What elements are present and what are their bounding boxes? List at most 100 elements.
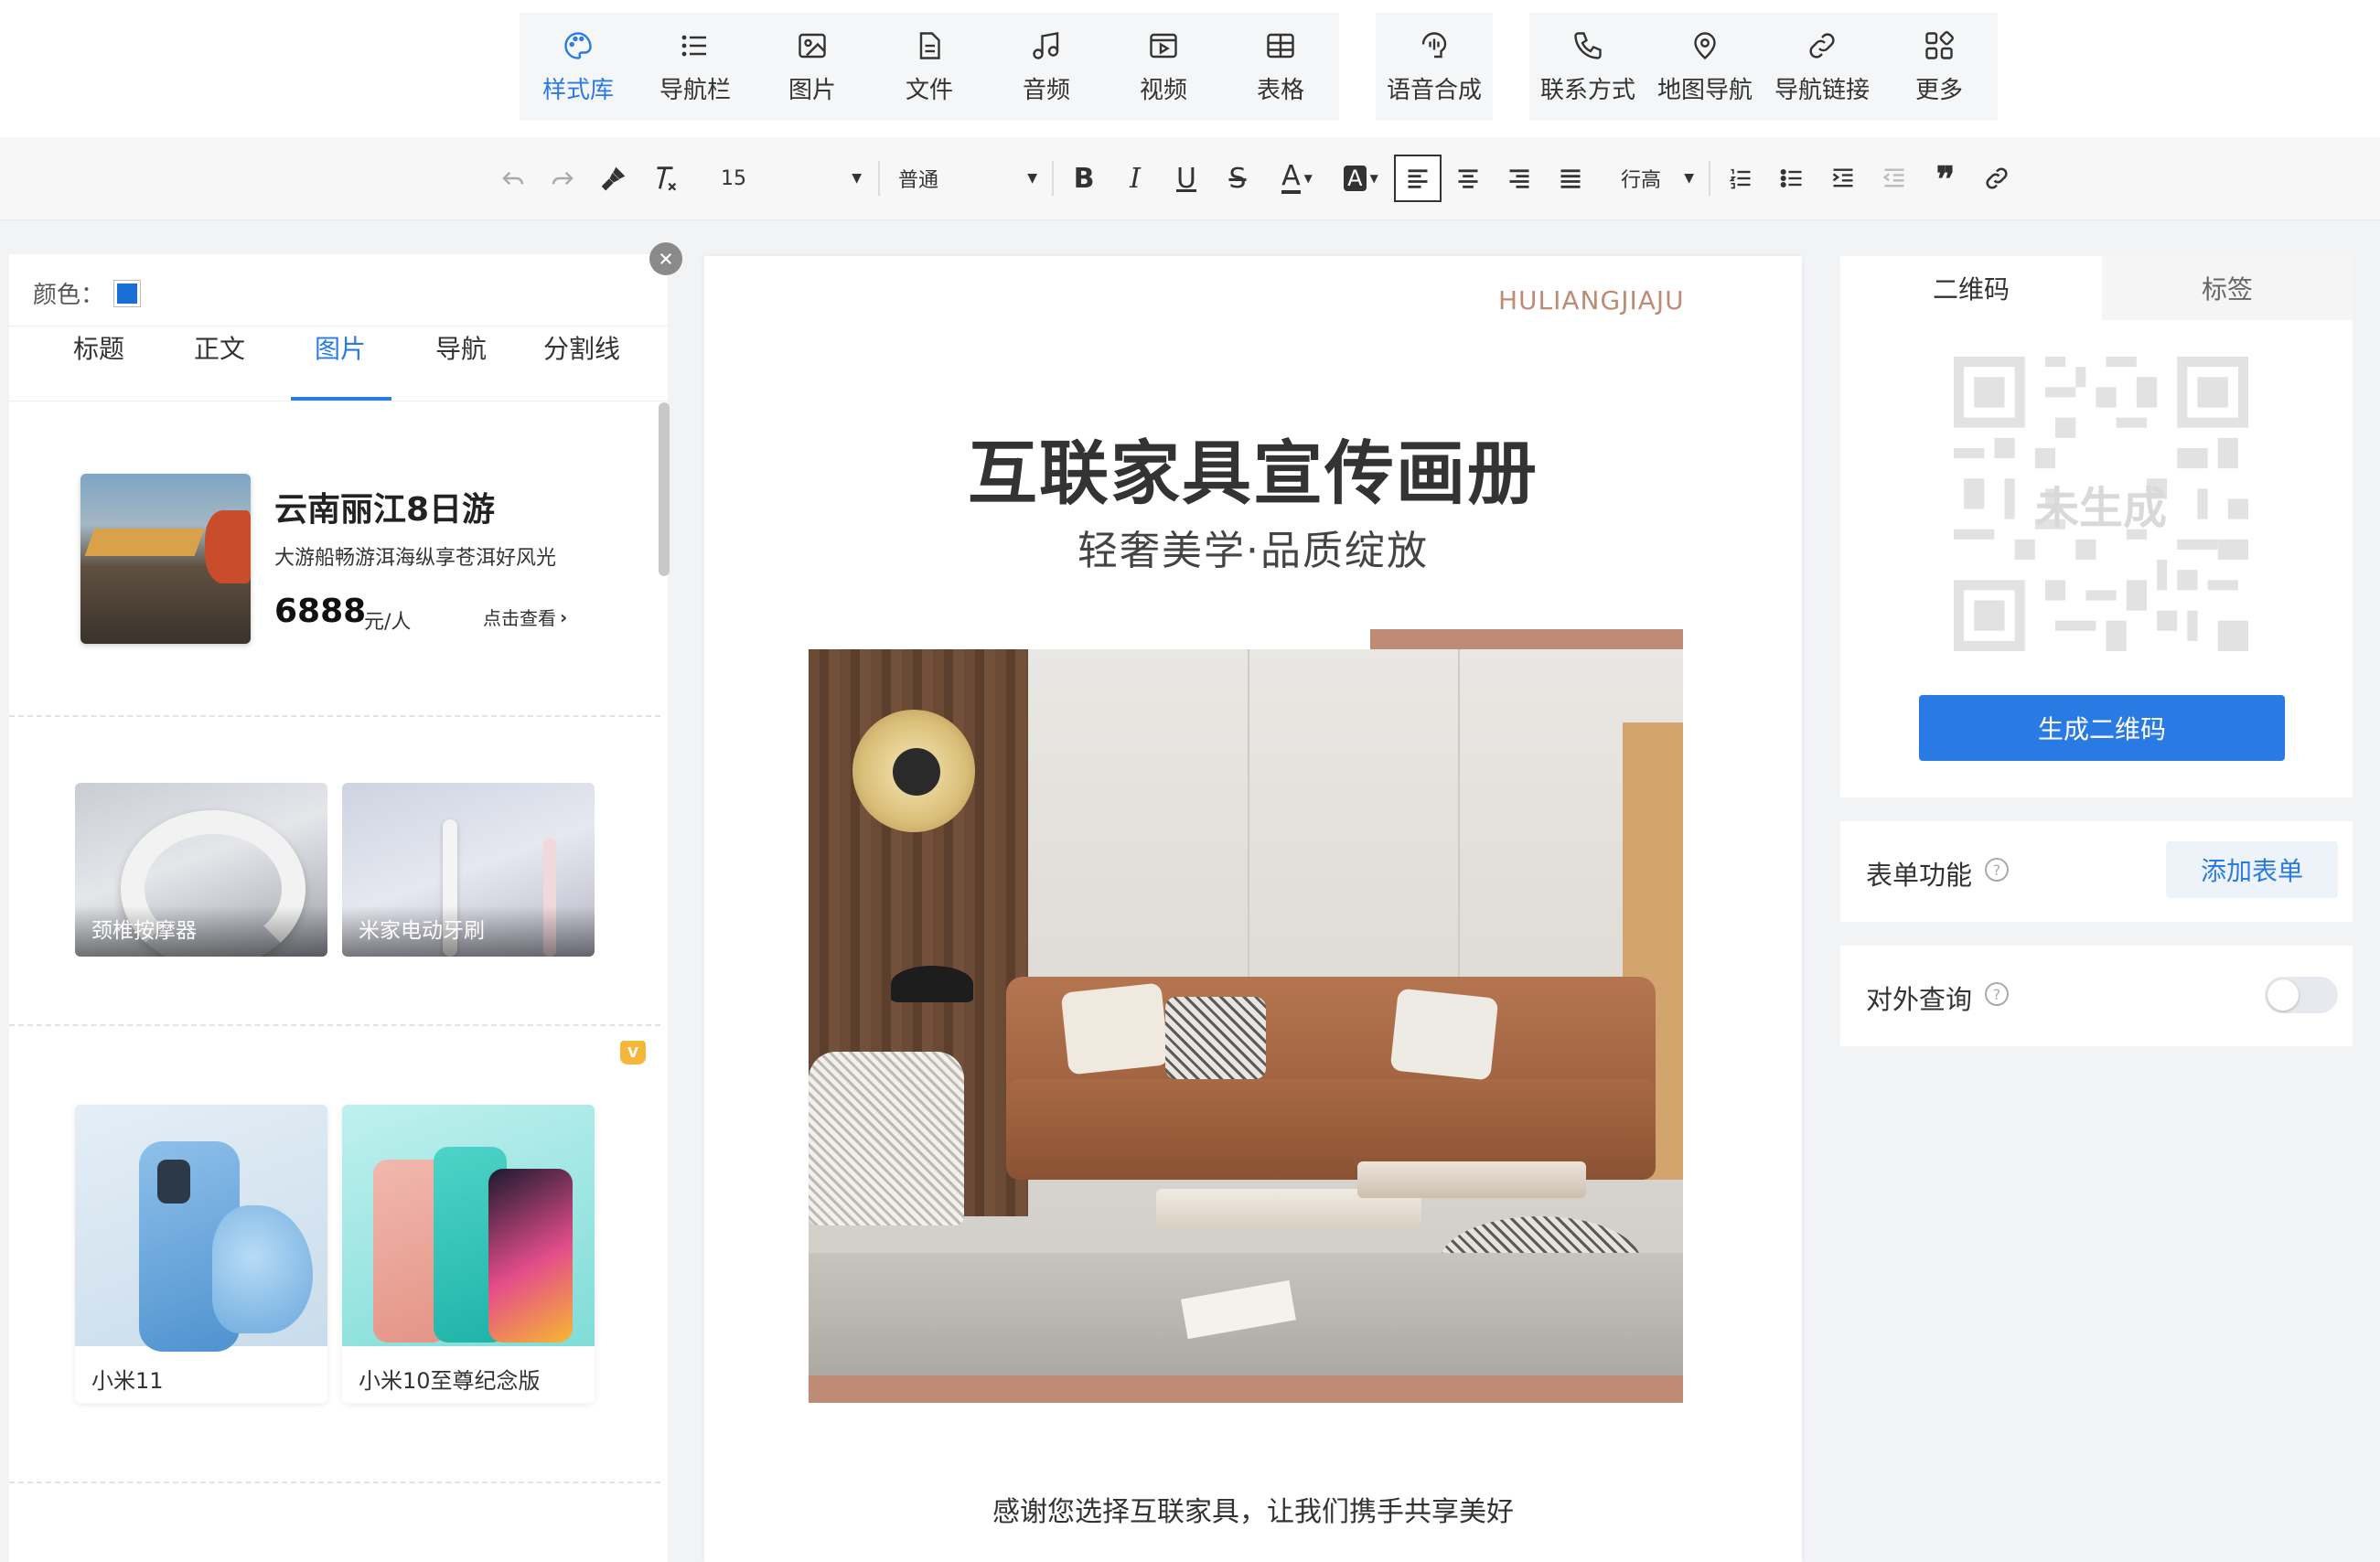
align-center-button[interactable] [1447,157,1489,199]
ordered-list-button[interactable] [1720,157,1762,199]
line-height-select[interactable]: 行高 ▼ [1621,157,1694,199]
toolbar-group-media: 样式库 导航栏 图片 文件 音频 视频 表格 [520,13,1339,121]
font-color-button[interactable]: A ▼ [1270,157,1324,199]
card-subtitle: 大游船畅游洱海纵享苍洱好风光 [274,547,557,570]
product-tile-toothbrush[interactable]: 米家电动牙刷 [342,783,595,957]
tab-divider[interactable]: 分割线 [543,329,620,366]
toolbar-item-table[interactable]: 表格 [1222,13,1339,121]
color-swatch[interactable] [113,280,141,307]
toolbar-item-style-library[interactable]: 样式库 [520,13,637,121]
link-icon [1986,167,2008,189]
toolbar-item-label: 视频 [1139,77,1187,104]
italic-icon: I [1130,162,1141,195]
help-icon[interactable]: ? [1985,858,2009,882]
toolbar-item-audio[interactable]: 音频 [988,13,1105,121]
query-label: 对外查询 [1866,984,1973,1015]
tab-image[interactable]: 图片 [315,329,366,366]
card-price-unit: 元/人 [364,611,412,634]
toolbar-group-links: 联系方式 地图导航 导航链接 更多 [1529,13,1998,121]
italic-button[interactable]: I [1114,157,1156,199]
toolbar-item-more[interactable]: 更多 [1881,13,1998,121]
toolbar-item-map[interactable]: 地图导航 [1646,13,1764,121]
video-icon [1150,33,1177,59]
left-panel-scrollbar[interactable] [659,402,670,576]
tab-qrcode[interactable]: 二维码 [1840,256,2102,320]
format-painter-button[interactable] [593,157,635,199]
toolbar-item-label: 导航栏 [659,77,731,104]
hero-photo[interactable] [809,649,1683,1392]
close-panel-button[interactable] [649,242,682,275]
paragraph-select[interactable]: 普通 ▼ [898,157,1041,199]
divider [9,1482,660,1483]
align-left-button[interactable] [1394,155,1442,202]
tab-navigation[interactable]: 导航 [435,329,487,366]
quote-button[interactable]: ❞ [1924,157,1967,199]
clear-format-button[interactable] [644,157,686,199]
add-form-button[interactable]: 添加表单 [2166,841,2338,898]
toolbar-item-tts[interactable]: 语音合成 [1376,13,1493,121]
tab-title[interactable]: 标题 [73,329,124,366]
align-center-icon [1458,169,1478,188]
strikethrough-button[interactable]: S [1217,157,1259,199]
toolbar-item-label: 音频 [1022,77,1070,104]
toolbar-item-file[interactable]: 文件 [871,13,988,121]
bold-button[interactable]: B [1063,157,1105,199]
outdent-icon [1882,168,1904,187]
help-icon[interactable]: ? [1985,982,2009,1006]
toolbar-item-navbar[interactable]: 导航栏 [637,13,754,121]
undo-button[interactable] [492,157,534,199]
color-swatch-fill [117,284,137,304]
product-card-label: 小米10至尊纪念版 [359,1368,541,1394]
palette-icon [564,32,592,59]
card-view-link[interactable]: 点击查看 › [483,604,567,630]
toolbar-group-voice: 语音合成 [1376,13,1493,121]
roof-shape [84,529,205,556]
justify-button[interactable] [1549,157,1592,199]
font-size-select[interactable]: 15 ▼ [721,157,867,199]
armchair [809,1052,964,1225]
table-icon [1267,33,1294,59]
toolbar-item-label: 导航链接 [1774,77,1870,104]
toolbar-item-nav-link[interactable]: 导航链接 [1764,13,1881,121]
toolbar-item-video[interactable]: 视频 [1105,13,1222,121]
lijiang-thumbnail[interactable] [80,474,251,644]
redo-icon [552,171,574,186]
bullet-list-button[interactable] [1771,157,1813,199]
map-pin-icon [1694,32,1716,60]
query-toggle[interactable] [2265,977,2338,1013]
bullet-list-icon [1780,168,1802,188]
toolbar-item-contact[interactable]: 联系方式 [1529,13,1646,121]
toolbar-item-label: 样式库 [541,77,614,104]
redo-button[interactable] [541,157,584,199]
ordered-list-icon [1729,168,1751,189]
cushion [1389,988,1499,1081]
tab-body[interactable]: 正文 [194,329,245,366]
indent-button[interactable] [1822,157,1864,199]
floor-lamp [891,966,973,1002]
underline-button[interactable]: U [1165,157,1207,199]
toolbar-item-image[interactable]: 图片 [754,13,871,121]
generate-qrcode-button[interactable]: 生成二维码 [1919,695,2285,761]
chevron-down-icon: ▼ [852,171,862,186]
tree-shape [205,510,251,583]
paragraph-value: 普通 [898,169,939,192]
insert-link-button[interactable] [1976,157,2018,199]
product-tile-massager[interactable]: 颈椎按摩器 [75,783,327,957]
product-card-mi10-ultra[interactable]: 小米10至尊纪念版 [342,1105,595,1403]
product-card-mi11[interactable]: 小米11 [75,1105,327,1403]
music-icon [1033,32,1059,59]
divider [1709,161,1710,196]
tab-tags[interactable]: 标签 [2102,256,2353,320]
close-icon [659,252,672,265]
divider [1052,161,1054,196]
outdent-button[interactable] [1873,157,1915,199]
align-right-button[interactable] [1498,157,1540,199]
vip-badge-label: V [627,1044,638,1061]
align-left-icon [1408,169,1428,188]
vip-badge-icon: V [620,1041,646,1065]
background-color-button[interactable]: A ▼ [1334,157,1388,199]
clear-format-icon [657,166,677,191]
editor-canvas[interactable]: HULIANGJIAJU 互联家具宣传画册 轻奢美学·品质绽放 感谢您选择互联家… [704,256,1802,1562]
line-height-value: 行高 [1621,169,1662,192]
background-color-icon: A [1344,166,1367,191]
